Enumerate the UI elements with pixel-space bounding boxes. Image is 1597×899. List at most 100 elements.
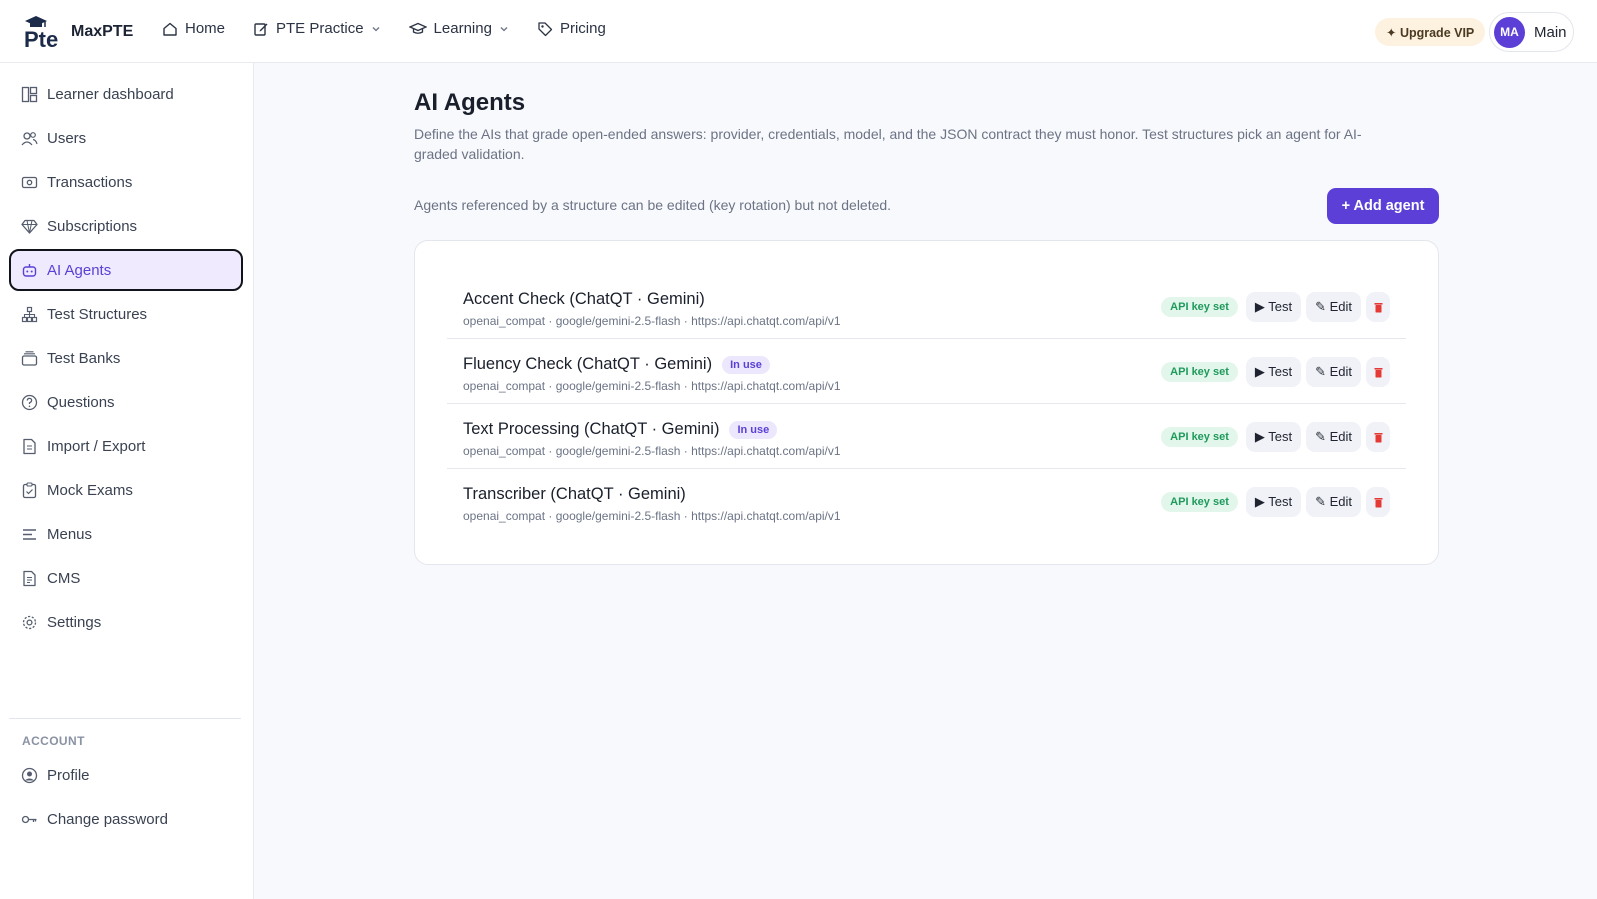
sidebar-item-label: Users — [47, 129, 87, 147]
tag-icon — [538, 21, 553, 36]
svg-text:Pte: Pte — [24, 27, 58, 50]
sidebar-item-learner-dashboard[interactable]: Learner dashboard — [9, 73, 243, 115]
in-use-badge: In use — [729, 420, 778, 439]
page-description: Define the AIs that grade open-ended ans… — [414, 126, 1362, 162]
sidebar-item-test-banks[interactable]: Test Banks — [9, 337, 243, 379]
agent-meta: openai_compat · google/gemini-2.5-flash … — [463, 314, 841, 328]
sidebar-item-label: Import / Export — [47, 437, 146, 455]
avatar: MA — [1494, 16, 1525, 48]
user-name: Main — [1534, 23, 1567, 41]
sidebar-item-label: Test Structures — [47, 305, 148, 323]
agent-name: Transcriber (ChatQT · Gemini) — [463, 485, 686, 504]
page-title: AI Agents — [414, 89, 526, 116]
trash-icon — [1374, 497, 1382, 507]
sidebar-item-label: Test Banks — [47, 349, 121, 367]
clipboard-icon — [22, 481, 37, 498]
agent-actions: API key set ▶ Test ✎ Edit — [1161, 357, 1390, 387]
nav-learning-label: Learning — [433, 20, 492, 37]
gear-icon — [22, 615, 37, 629]
api-key-badge: API key set — [1161, 362, 1238, 382]
sidebar-item-questions[interactable]: Questions — [9, 381, 243, 423]
delete-button[interactable] — [1366, 422, 1390, 452]
trash-icon — [1374, 432, 1382, 442]
trash-icon — [1374, 367, 1382, 377]
nav-pte-practice[interactable]: PTE Practice — [253, 20, 381, 37]
brand-logo[interactable]: Pte MaxPTE — [22, 14, 133, 52]
agent-name-text: Fluency Check (ChatQT · Gemini) — [463, 355, 713, 373]
sidebar-item-change-password[interactable]: Change password — [9, 798, 243, 840]
test-button[interactable]: ▶ Test — [1245, 357, 1302, 387]
menu-icon — [23, 528, 36, 540]
api-key-badge: API key set — [1161, 492, 1238, 512]
api-key-badge: API key set — [1161, 297, 1238, 317]
sidebar-item-label: Profile — [47, 766, 90, 784]
nav-pricing-label: Pricing — [559, 20, 606, 37]
document-icon — [23, 570, 36, 586]
sidebar-item-subscriptions[interactable]: Subscriptions — [9, 205, 243, 247]
chevron-down-icon — [372, 26, 380, 31]
sidebar-item-label: Learner dashboard — [47, 85, 174, 103]
graduation-cap-logo-icon: Pte — [24, 16, 58, 52]
user-menu[interactable]: MA Main — [1489, 12, 1574, 52]
upgrade-vip-button[interactable]: ✦ Upgrade VIP — [1375, 18, 1486, 46]
edit-button[interactable]: ✎ Edit — [1306, 292, 1361, 322]
sidebar-item-test-structures[interactable]: Test Structures — [9, 293, 243, 335]
sidebar-item-mock-exams[interactable]: Mock Exams — [9, 469, 243, 511]
user-circle-icon — [21, 767, 38, 783]
edit-button[interactable]: ✎ Edit — [1306, 357, 1361, 387]
account-heading: ACCOUNT — [22, 734, 85, 748]
nav-learning[interactable]: Learning — [408, 20, 509, 37]
sidebar-item-ai-agents[interactable]: AI Agents — [9, 249, 243, 291]
in-use-badge: In use — [722, 355, 770, 374]
main-nav: Home PTE Practice Learning Pricing — [162, 20, 634, 37]
users-icon — [21, 131, 38, 145]
test-button[interactable]: ▶ Test — [1245, 292, 1302, 322]
hierarchy-icon — [21, 306, 38, 322]
sidebar-item-cms[interactable]: CMS — [9, 557, 243, 599]
test-button[interactable]: ▶ Test — [1245, 422, 1302, 452]
sidebar-item-label: CMS — [47, 569, 81, 587]
sidebar-item-label: Menus — [47, 525, 93, 543]
file-transfer-icon — [23, 438, 36, 454]
key-icon — [21, 815, 37, 823]
nav-pricing[interactable]: Pricing — [537, 20, 606, 37]
sidebar-item-label: Subscriptions — [47, 217, 138, 235]
delete-button[interactable] — [1366, 487, 1390, 517]
sidebar-item-label: Change password — [47, 810, 168, 828]
nav-pte-practice-label: PTE Practice — [276, 20, 364, 37]
delete-button[interactable] — [1366, 292, 1390, 322]
agent-name: Fluency Check (ChatQT · Gemini) In use — [463, 355, 770, 374]
test-button[interactable]: ▶ Test — [1245, 487, 1302, 517]
sidebar-item-menus[interactable]: Menus — [9, 513, 243, 555]
edit-icon — [254, 22, 268, 36]
sidebar-item-label: Settings — [47, 613, 102, 631]
sidebar-item-transactions[interactable]: Transactions — [9, 161, 243, 203]
agents-card: Accent Check (ChatQT · Gemini) openai_co… — [414, 240, 1439, 565]
agent-meta: openai_compat · google/gemini-2.5-flash … — [463, 444, 841, 458]
dashboard-icon — [21, 86, 38, 102]
sidebar-item-profile[interactable]: Profile — [9, 754, 243, 796]
agent-meta: openai_compat · google/gemini-2.5-flash … — [463, 509, 841, 523]
add-agent-button[interactable]: + Add agent — [1327, 188, 1439, 224]
agent-name: Text Processing (ChatQT · Gemini) In use — [463, 420, 778, 439]
sidebar-item-users[interactable]: Users — [9, 117, 243, 159]
agent-name-text: Accent Check (ChatQT · Gemini) — [463, 290, 705, 308]
sidebar: Learner dashboard Users Transactions Sub… — [0, 63, 254, 899]
nav-home[interactable]: Home — [162, 20, 225, 37]
logo-mark: Pte — [22, 14, 66, 52]
delete-note: Agents referenced by a structure can be … — [414, 197, 892, 213]
stack-icon — [21, 350, 38, 366]
edit-button[interactable]: ✎ Edit — [1306, 487, 1361, 517]
sidebar-item-settings[interactable]: Settings — [9, 601, 243, 643]
agent-meta: openai_compat · google/gemini-2.5-flash … — [463, 379, 841, 393]
edit-button[interactable]: ✎ Edit — [1306, 422, 1361, 452]
agent-row: Text Processing (ChatQT · Gemini) In use… — [447, 404, 1406, 469]
agent-row: Fluency Check (ChatQT · Gemini) In use o… — [447, 339, 1406, 404]
delete-button[interactable] — [1366, 357, 1390, 387]
sidebar-item-label: AI Agents — [47, 261, 112, 279]
graduation-cap-icon — [408, 22, 427, 34]
agent-actions: API key set ▶ Test ✎ Edit — [1161, 422, 1390, 452]
agent-actions: API key set ▶ Test ✎ Edit — [1161, 292, 1390, 322]
nav-home-label: Home — [185, 20, 226, 37]
sidebar-item-import-export[interactable]: Import / Export — [9, 425, 243, 467]
